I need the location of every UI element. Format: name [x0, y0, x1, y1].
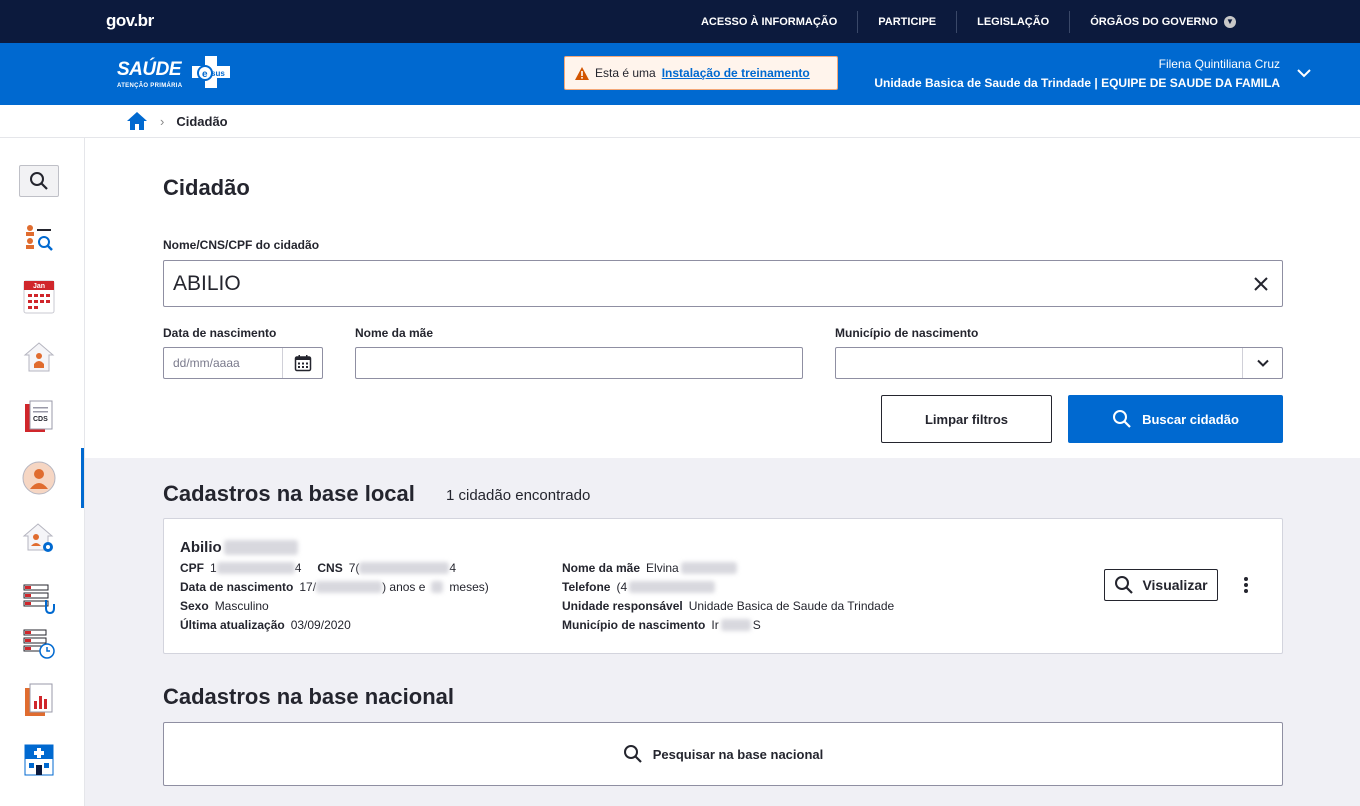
brand-sub: ATENÇÃO PRIMÁRIA [117, 83, 183, 89]
calendar-icon: Jan [23, 280, 55, 314]
redacted-surname [223, 540, 298, 555]
sidebar-reports[interactable] [19, 680, 59, 720]
sidebar-home-care[interactable] [19, 337, 59, 377]
sidebar-citizen-list[interactable] [19, 217, 59, 257]
training-link[interactable]: Instalação de treinamento [662, 66, 810, 80]
mother-row: Nome da mãe Elvina [562, 561, 737, 575]
redacted-cns [359, 562, 450, 574]
citizen-list-icon [26, 225, 53, 251]
citizen-search-value: ABILIO [173, 271, 241, 295]
redacted-months [431, 581, 444, 593]
sex-row: Sexo Masculino [180, 599, 269, 613]
unit-row: Unidade responsável Unidade Basica de Sa… [562, 599, 895, 613]
birth-date-placeholder: dd/mm/aaaa [173, 356, 240, 370]
redacted-phone [629, 581, 716, 593]
citizen-result-card[interactable]: Abilio CPF 14 CNS 7(4 Data de nascimento… [163, 518, 1283, 654]
phone-row: Telefone (4 [562, 580, 716, 594]
brand-main: SAÚDE [117, 59, 182, 80]
mother-name-label: Nome da mãe [355, 326, 434, 340]
search-citizen-button[interactable]: Buscar cidadão [1068, 395, 1283, 443]
app-header: SAÚDE ATENÇÃO PRIMÁRIA e sus Esta é uma … [0, 43, 1360, 105]
breadcrumb-separator: › [160, 113, 165, 129]
training-text: Esta é uma [595, 66, 656, 80]
citizen-search-input[interactable]: ABILIO [163, 260, 1283, 307]
birth-row: Data de nascimento 17/) anos e meses) [180, 580, 489, 594]
user-name: Filena Quintiliana Cruz [1158, 57, 1280, 71]
cds-icon: CDS [25, 400, 53, 432]
breadcrumb-current: Cidadão [176, 113, 228, 129]
cpf-cns-row: CPF 14 CNS 7(4 [180, 561, 457, 575]
national-search-button[interactable]: Pesquisar na base nacional [163, 722, 1283, 786]
clear-filters-button[interactable]: Limpar filtros [881, 395, 1052, 443]
citizen-icon [22, 461, 56, 495]
mother-name-input[interactable] [355, 347, 803, 379]
health-unit-icon [24, 744, 54, 776]
svg-text:Jan: Jan [33, 283, 45, 290]
sidebar-home-settings[interactable] [19, 518, 59, 558]
updated-row: Última atualização 03/09/2020 [180, 618, 351, 632]
gov-bar: gov.br ACESSO À INFORMAÇÃO PARTICIPE LEG… [0, 0, 1360, 43]
more-options-icon[interactable] [1239, 575, 1253, 595]
citizen-name: Abilio [180, 539, 298, 556]
redacted-birth [316, 581, 383, 593]
search-icon [1115, 576, 1134, 594]
user-unit: Unidade Basica de Saude da Trindade | EQ… [874, 76, 1280, 90]
home-icon[interactable] [126, 111, 148, 131]
sidebar-cds[interactable]: CDS [19, 397, 59, 437]
sidebar-active-indicator [81, 448, 84, 508]
birth-date-label: Data de nascimento [163, 326, 277, 340]
gov-logo[interactable]: gov.br [106, 11, 154, 31]
page-title: Cidadão [163, 175, 250, 200]
calendar-picker-button[interactable] [282, 348, 322, 378]
sidebar-care-list[interactable] [19, 579, 59, 619]
gov-nav-participe[interactable]: PARTICIPE [857, 10, 956, 33]
svg-text:sus: sus [211, 69, 225, 78]
calendar-picker-icon [294, 355, 311, 372]
chevron-down-icon [1256, 359, 1269, 367]
view-citizen-button[interactable]: Visualizar [1104, 569, 1218, 601]
schedule-list-icon [23, 629, 55, 659]
esus-logo-icon: e sus [192, 56, 230, 88]
svg-text:e: e [202, 69, 208, 80]
sidebar-search[interactable] [19, 165, 59, 197]
search-icon [1113, 410, 1131, 428]
local-results-title: Cadastros na base local [163, 481, 415, 506]
user-menu-chevron-icon[interactable] [1294, 63, 1314, 83]
app-logo[interactable]: SAÚDE ATENÇÃO PRIMÁRIA e sus [117, 53, 237, 95]
birth-date-input[interactable]: dd/mm/aaaa [163, 347, 323, 379]
training-banner: Esta é uma Instalação de treinamento [564, 56, 838, 90]
sidebar-health-unit[interactable] [19, 740, 59, 780]
warning-icon [575, 66, 589, 80]
breadcrumb: › Cidadão [0, 105, 1360, 138]
national-results-title: Cadastros na base nacional [163, 684, 454, 709]
gov-nav-orgaos[interactable]: ÓRGÃOS DO GOVERNO ▼ [1069, 10, 1256, 33]
close-icon[interactable] [1252, 275, 1270, 293]
name-label: Nome/CNS/CPF do cidadão [163, 238, 320, 252]
gov-nav: ACESSO À INFORMAÇÃO PARTICIPE LEGISLAÇÃO… [681, 0, 1256, 43]
sidebar: Jan CDS [0, 138, 85, 806]
sidebar-calendar[interactable]: Jan [19, 277, 59, 317]
birth-city-select[interactable] [835, 347, 1283, 379]
local-results-count: 1 cidadão encontrado [446, 487, 591, 504]
gov-nav-legislacao[interactable]: LEGISLAÇÃO [956, 10, 1069, 33]
sidebar-schedule-list[interactable] [19, 624, 59, 664]
home-settings-icon [22, 523, 54, 552]
redacted-mother [680, 562, 737, 574]
birth-city-dropdown-button[interactable] [1242, 348, 1282, 378]
home-care-icon [23, 342, 55, 372]
search-icon [30, 172, 48, 190]
user-info[interactable]: Filena Quintiliana Cruz Unidade Basica d… [874, 57, 1280, 90]
redacted-cpf [216, 562, 295, 574]
sidebar-citizen[interactable] [19, 458, 59, 498]
reports-icon [25, 683, 53, 716]
chevron-down-icon: ▼ [1224, 15, 1236, 28]
redacted-city [720, 619, 751, 631]
gov-nav-acesso[interactable]: ACESSO À INFORMAÇÃO [681, 11, 857, 33]
care-list-icon [23, 584, 55, 615]
svg-text:CDS: CDS [33, 416, 48, 423]
search-icon [623, 745, 642, 763]
city-row: Município de nascimento Ir S [562, 618, 761, 632]
birth-city-label: Município de nascimento [835, 326, 979, 340]
